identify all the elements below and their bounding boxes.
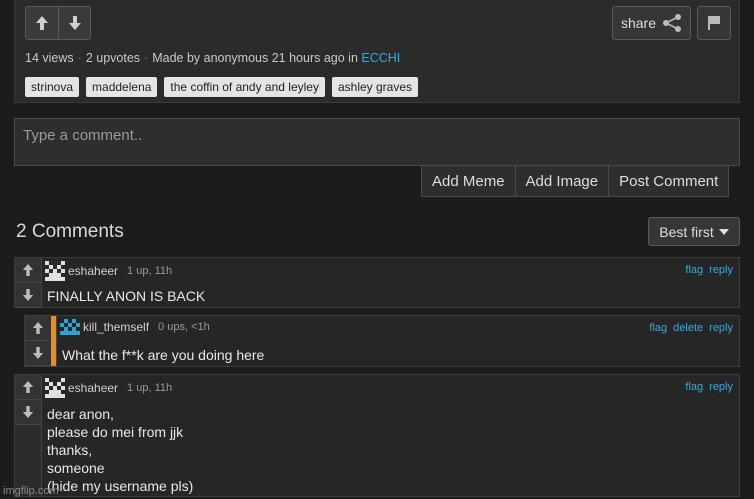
- made-by: Made by anonymous 21 hours ago in: [152, 51, 358, 65]
- post-panel: share 14 views · 2 upvotes · Made by anonymo…: [14, 0, 740, 103]
- share-label: share: [620, 15, 657, 31]
- comment-links: flag reply: [685, 264, 733, 276]
- comment-username[interactable]: eshaheer: [68, 264, 118, 278]
- flag-button[interactable]: [697, 6, 731, 40]
- watermark: imgflip.com: [3, 485, 59, 497]
- upvote-count: 2 upvotes: [85, 51, 141, 65]
- arrow-down-icon: [32, 347, 44, 359]
- comment-input[interactable]: Type a comment..: [14, 118, 740, 166]
- comment-text: FINALLY ANON IS BACK: [47, 288, 206, 304]
- comment-downvote-button[interactable]: [15, 283, 41, 308]
- upvote-button[interactable]: [26, 7, 58, 39]
- post-vote-group: [25, 6, 91, 40]
- share-button[interactable]: share: [612, 6, 691, 40]
- downvote-button[interactable]: [58, 7, 90, 39]
- sort-dropdown[interactable]: Best first: [648, 217, 740, 246]
- avatar[interactable]: [45, 378, 65, 398]
- comment-header: eshaheer 1 up, 11h: [45, 261, 172, 281]
- arrow-up-icon: [32, 322, 44, 334]
- avatar[interactable]: [45, 261, 65, 281]
- comment-votes: [15, 258, 41, 308]
- comment-points: 0 ups, <1h: [158, 321, 210, 333]
- comment-text: What the f**k are you doing here: [62, 347, 265, 363]
- arrow-down-icon: [22, 406, 34, 418]
- comment-votes: [15, 375, 41, 496]
- add-meme-button[interactable]: Add Meme: [422, 166, 515, 196]
- comment-upvote-button[interactable]: [15, 375, 41, 400]
- arrow-down-icon: [22, 289, 34, 301]
- comment-downvote-button[interactable]: [25, 341, 51, 366]
- comment-downvote-button[interactable]: [15, 400, 41, 425]
- post-meta: 14 views · 2 upvotes · Made by anonymous 21 …: [25, 51, 401, 65]
- comment-header: eshaheer 1 up, 11h: [45, 378, 172, 398]
- comment-links: flag reply: [685, 381, 733, 393]
- comment: eshaheer 1 up, 11h flag reply dear anon,…: [14, 374, 740, 497]
- delete-link[interactable]: delete: [673, 322, 703, 334]
- tag[interactable]: strinova: [25, 77, 80, 97]
- tag[interactable]: ashley graves: [331, 77, 419, 97]
- share-icon: [663, 14, 682, 32]
- comment-upvote-button[interactable]: [25, 316, 51, 341]
- tag-list: strinova maddelena the coffin of andy an…: [25, 77, 419, 97]
- flag-link[interactable]: flag: [649, 322, 667, 334]
- avatar[interactable]: [60, 319, 80, 335]
- sort-label: Best first: [659, 223, 714, 240]
- comment-placeholder: Type a comment..: [23, 127, 143, 144]
- comment-actions: Add Meme Add Image Post Comment: [421, 166, 730, 197]
- comment-header: kill_themself 0 ups, <1h: [60, 319, 210, 335]
- view-count: 14 views: [25, 51, 74, 65]
- comment-username[interactable]: kill_themself: [83, 320, 149, 334]
- caret-down-icon: [718, 228, 729, 235]
- tag[interactable]: the coffin of andy and leyley: [164, 77, 325, 97]
- reply-link[interactable]: reply: [709, 322, 733, 334]
- arrow-down-icon: [68, 16, 81, 30]
- comment-votes: [25, 316, 51, 366]
- post-comment-button[interactable]: Post Comment: [608, 166, 728, 196]
- comment-username[interactable]: eshaheer: [68, 381, 118, 395]
- comment-upvote-button[interactable]: [15, 258, 41, 283]
- arrow-up-icon: [22, 264, 34, 276]
- comment: eshaheer 1 up, 11h flag reply FINALLY AN…: [14, 257, 740, 308]
- arrow-up-icon: [22, 381, 34, 393]
- comment-points: 1 up, 11h: [127, 265, 173, 277]
- flag-link[interactable]: flag: [685, 264, 703, 276]
- comment-body: eshaheer 1 up, 11h flag reply dear anon,…: [41, 375, 739, 496]
- comment-text: dear anon, please do mei from jjk thanks…: [47, 406, 194, 494]
- own-comment-indicator: [51, 316, 56, 366]
- comment-body: kill_themself 0 ups, <1h flag delete rep…: [56, 316, 739, 366]
- flag-icon: [708, 16, 720, 30]
- comment-reply: kill_themself 0 ups, <1h flag delete rep…: [24, 315, 740, 367]
- flag-link[interactable]: flag: [685, 381, 703, 393]
- comment-points: 1 up, 11h: [127, 382, 173, 394]
- add-image-button[interactable]: Add Image: [514, 166, 609, 196]
- comment-links: flag delete reply: [649, 322, 733, 334]
- arrow-up-icon: [36, 16, 48, 30]
- reply-link[interactable]: reply: [709, 381, 733, 393]
- tag[interactable]: maddelena: [86, 77, 158, 97]
- reply-link[interactable]: reply: [709, 264, 733, 276]
- comment-body: eshaheer 1 up, 11h flag reply FINALLY AN…: [41, 258, 739, 307]
- stream-link[interactable]: ECCHI: [361, 51, 400, 65]
- comments-heading: 2 Comments: [16, 221, 124, 242]
